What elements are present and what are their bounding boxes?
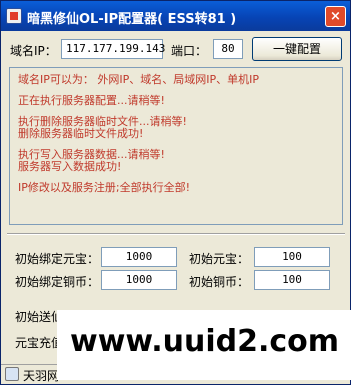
one-click-config-button[interactable]: 一键配置 <box>252 37 342 61</box>
section-divider <box>7 233 345 235</box>
status-text: 天羽网 <box>23 369 60 383</box>
log-line: 删除服务器临时文件成功! <box>18 127 144 140</box>
app-icon <box>6 8 22 24</box>
log-line: 正在执行服务器配置...请稍等! <box>18 94 165 107</box>
recharge-label: 元宝充值 <box>15 336 64 350</box>
domain-ip-input[interactable]: 117.177.199.143 <box>61 39 165 59</box>
bind-copper-input[interactable]: 1000 <box>101 270 177 290</box>
domain-ip-label: 域名IP： <box>10 44 57 58</box>
status-icon <box>5 367 19 381</box>
bind-yuanbao-input[interactable]: 1000 <box>101 247 177 267</box>
log-line: 域名IP可以为： 外网IP、域名、局域网IP、单机IP <box>18 73 260 86</box>
copper-input[interactable]: 100 <box>254 270 330 290</box>
log-line: 服务器写入数据成功! <box>18 160 122 173</box>
yuanbao-label: 初始元宝： <box>189 252 250 266</box>
close-button[interactable]: × <box>325 6 346 27</box>
watermark: www.uuid2.com <box>57 310 351 380</box>
yuanbao-input[interactable]: 100 <box>254 247 330 267</box>
port-label: 端口： <box>171 44 208 58</box>
app-window: 暗黑修仙OL-IP配置器( ESS转81 ) × 域名IP： 117.177.1… <box>0 0 351 385</box>
title-bar[interactable]: 暗黑修仙OL-IP配置器( ESS转81 ) × <box>1 1 350 31</box>
send-label: 初始送仙 <box>15 310 64 324</box>
log-line: IP修改以及服务注册;全部执行全部! <box>18 181 190 194</box>
port-input[interactable]: 80 <box>213 39 243 59</box>
log-panel: 域名IP可以为： 外网IP、域名、局域网IP、单机IP 正在执行服务器配置...… <box>9 67 343 225</box>
bind-copper-label: 初始绑定铜币： <box>15 275 100 289</box>
window-title: 暗黑修仙OL-IP配置器( ESS转81 ) <box>27 12 237 27</box>
copper-label: 初始铜币： <box>189 275 250 289</box>
bind-yuanbao-label: 初始绑定元宝： <box>15 252 100 266</box>
